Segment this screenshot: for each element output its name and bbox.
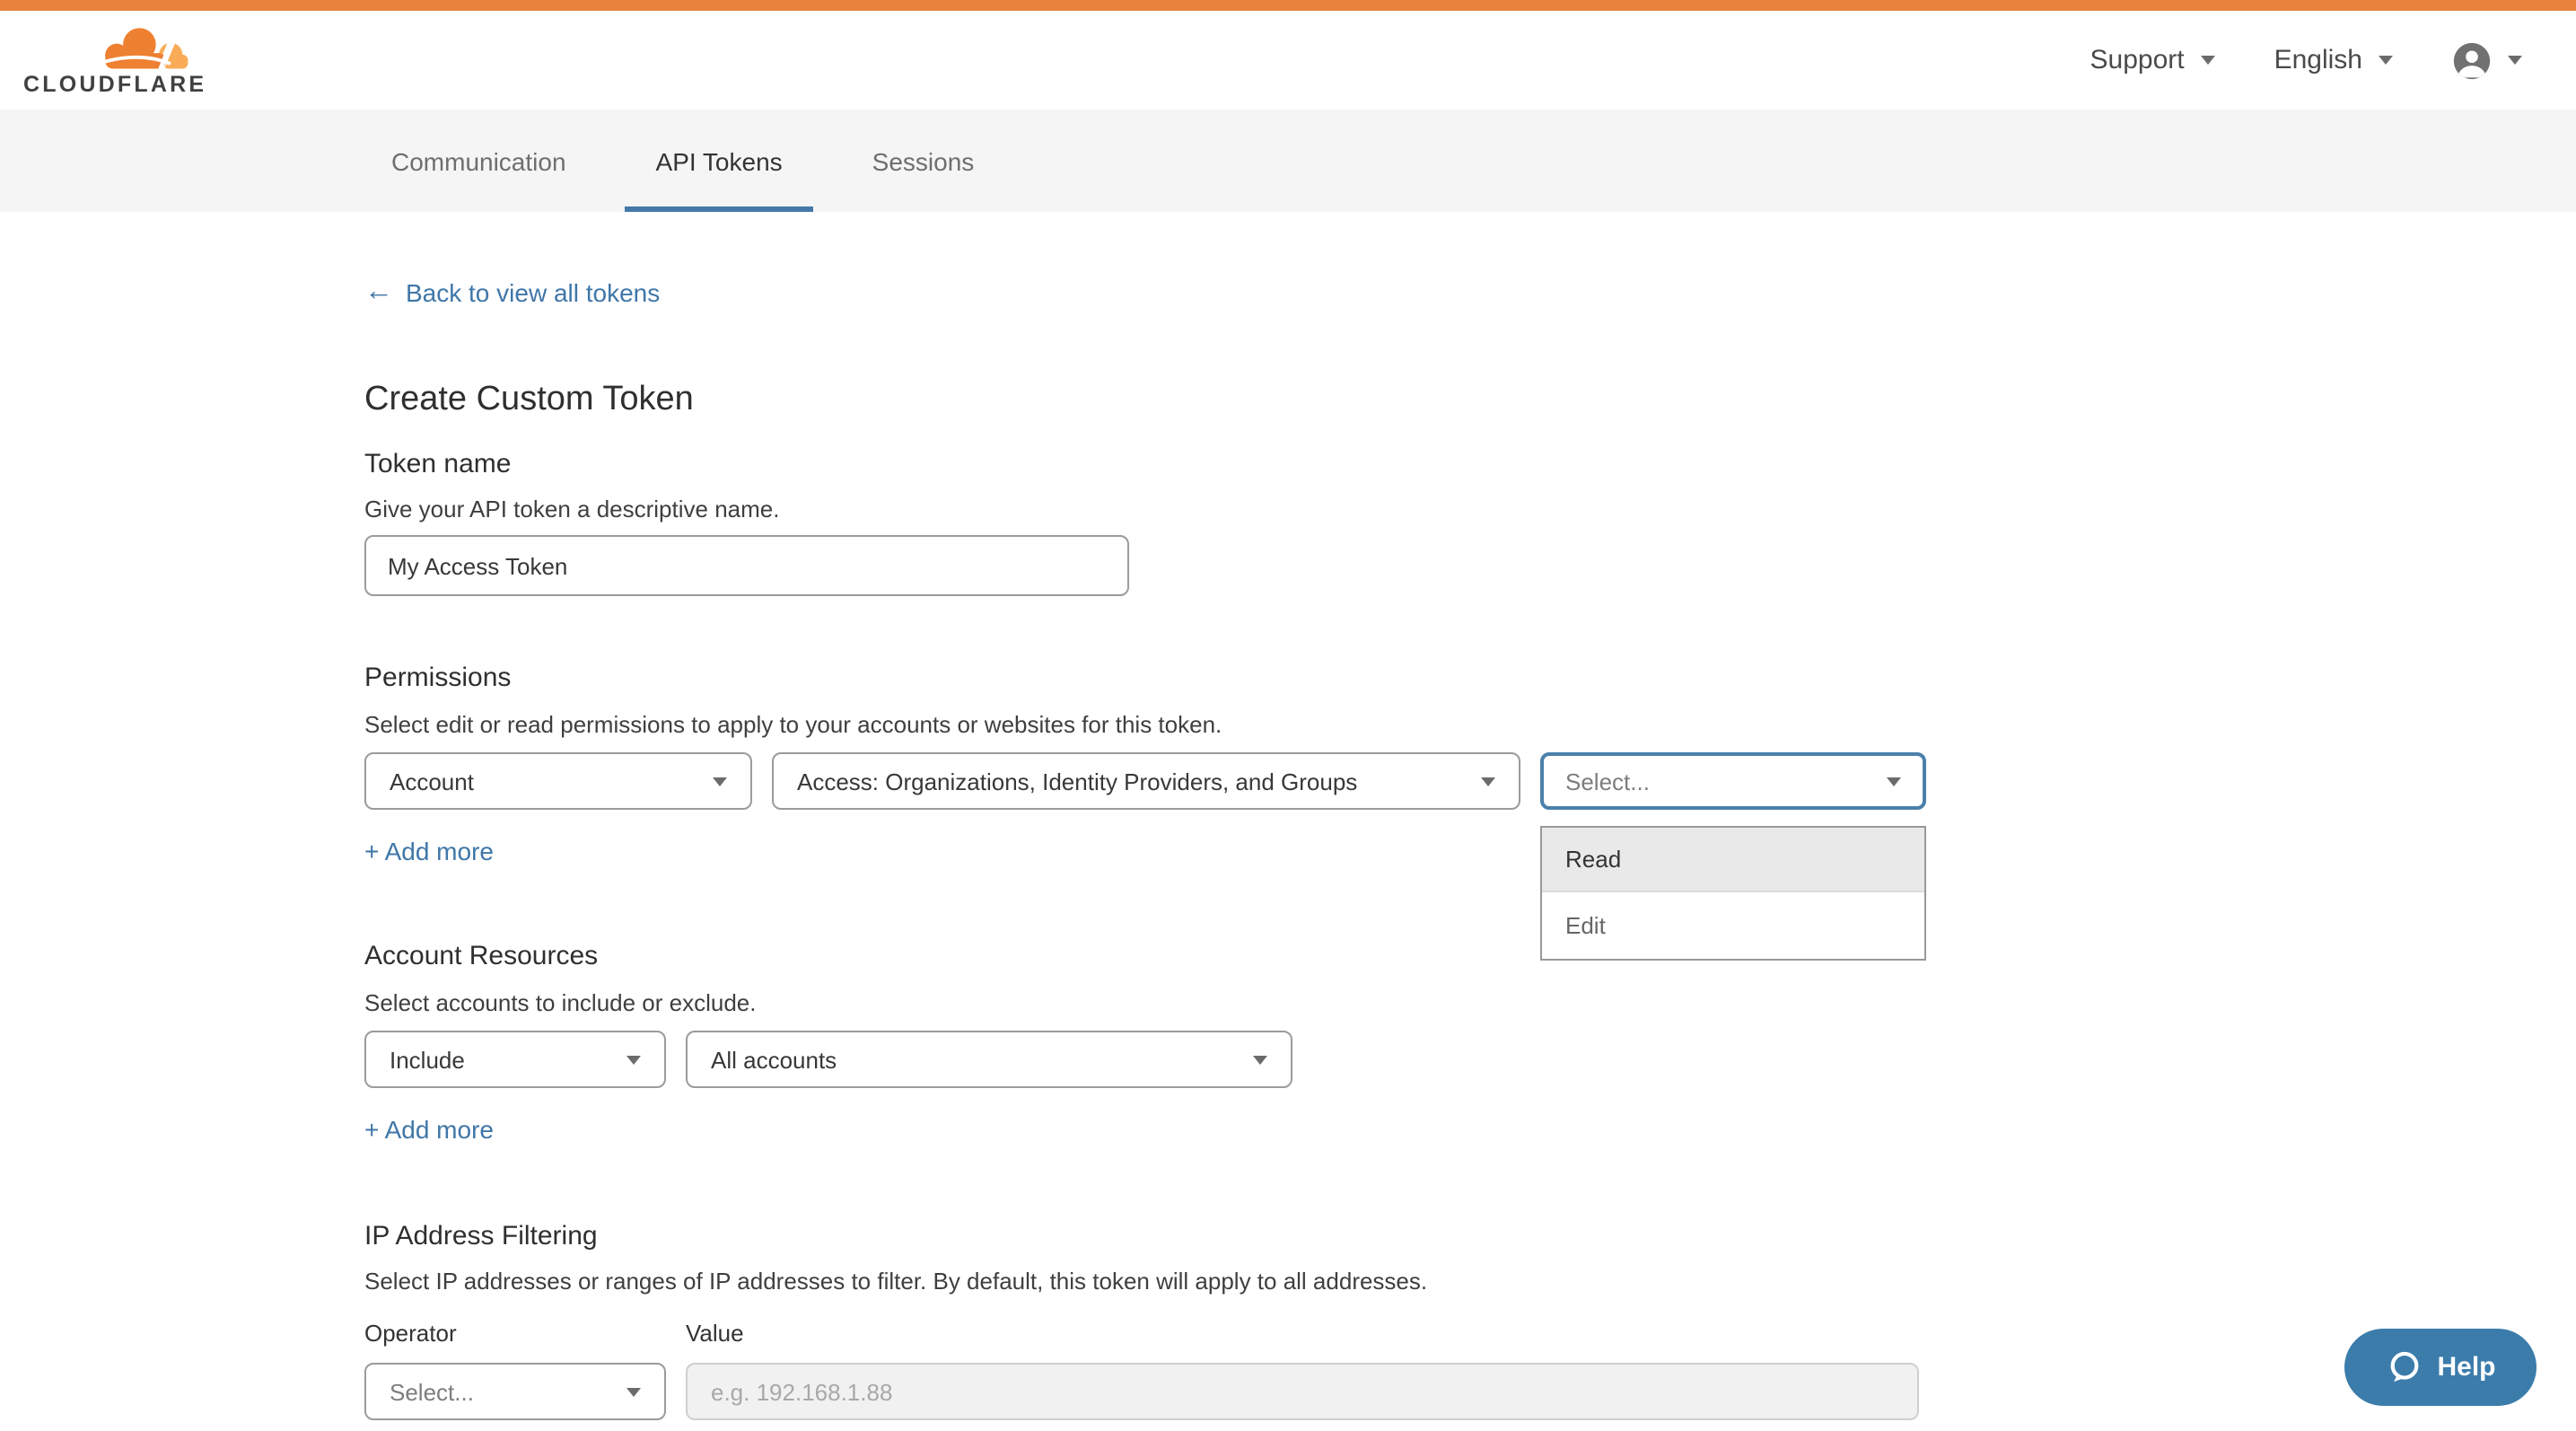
chevron-down-icon (1253, 1055, 1267, 1064)
permission-level-select[interactable]: Select... (1540, 752, 1926, 810)
header-menus: Support English (2090, 40, 2523, 80)
support-menu-label: Support (2090, 45, 2185, 75)
ip-operator-placeholder: Select... (390, 1378, 474, 1405)
user-avatar-icon (2452, 40, 2492, 80)
permission-level-placeholder: Select... (1565, 768, 1650, 795)
ip-filtering-heading: IP Address Filtering (364, 1221, 2576, 1251)
language-menu[interactable]: English (2274, 45, 2393, 75)
permission-level-wrap: Select... Read Edit (1540, 752, 1926, 810)
resource-scope-select[interactable]: All accounts (686, 1031, 1292, 1088)
operator-label: Operator (364, 1320, 686, 1347)
account-resources-row: Include All accounts (364, 1031, 2576, 1088)
chevron-down-icon (626, 1055, 641, 1064)
chevron-down-icon (626, 1387, 641, 1396)
help-button-label: Help (2437, 1352, 2495, 1383)
chevron-down-icon (713, 777, 727, 786)
account-resources-description: Select accounts to include or exclude. (364, 991, 2576, 1016)
ip-filtering-labels: Operator Value (364, 1320, 2576, 1347)
chevron-down-icon (2508, 56, 2522, 65)
main-content: ← Back to view all tokens Create Custom … (0, 212, 2576, 1420)
permissions-row: Account Access: Organizations, Identity … (364, 752, 2576, 810)
ip-operator-select[interactable]: Select... (364, 1363, 666, 1420)
support-menu[interactable]: Support (2090, 45, 2215, 75)
resource-mode-value: Include (390, 1046, 465, 1073)
account-resources-heading: Account Resources (364, 941, 2576, 971)
arrow-left-icon: ← (364, 278, 393, 307)
logo-wordmark: CLOUDFLARE (23, 75, 208, 97)
help-button[interactable]: Help (2344, 1329, 2537, 1406)
brand-accent-bar (0, 0, 2576, 11)
ip-filtering-description: Select IP addresses or ranges of IP addr… (364, 1269, 2576, 1295)
token-name-heading: Token name (364, 449, 2576, 479)
chat-bubble-icon (2385, 1348, 2423, 1386)
language-menu-label: English (2274, 45, 2362, 75)
permissions-description: Select edit or read permissions to apply… (364, 713, 2576, 738)
permission-resource-value: Access: Organizations, Identity Provider… (797, 768, 1357, 795)
tab-sessions[interactable]: Sessions (842, 110, 1005, 212)
tab-api-tokens[interactable]: API Tokens (626, 110, 813, 212)
permission-level-menu: Read Edit (1540, 826, 1926, 961)
resource-mode-select[interactable]: Include (364, 1031, 666, 1088)
page-title: Create Custom Token (364, 381, 2576, 420)
ip-filtering-row: Select... (364, 1363, 2576, 1420)
permissions-heading: Permissions (364, 663, 2576, 693)
token-name-input[interactable] (364, 535, 1129, 596)
value-label: Value (686, 1320, 744, 1347)
page-root: CLOUDFLARE Support English (0, 0, 2576, 1431)
cloudflare-logo[interactable]: CLOUDFLARE (23, 24, 208, 97)
permissions-add-more-link[interactable]: + Add more (364, 837, 494, 865)
ip-value-input[interactable] (686, 1363, 1919, 1420)
chevron-down-icon (2201, 56, 2215, 65)
global-header: CLOUDFLARE Support English (0, 11, 2576, 110)
tab-communication[interactable]: Communication (361, 110, 597, 212)
permission-scope-value: Account (390, 768, 474, 795)
profile-tab-bar: Communication API Tokens Sessions (0, 110, 2576, 212)
account-menu[interactable] (2452, 40, 2522, 80)
token-name-description: Give your API token a descriptive name. (364, 497, 2576, 522)
menu-option-edit[interactable]: Edit (1542, 892, 1924, 959)
menu-option-read[interactable]: Read (1542, 828, 1924, 892)
chevron-down-icon (1481, 777, 1495, 786)
permission-resource-select[interactable]: Access: Organizations, Identity Provider… (772, 752, 1520, 810)
chevron-down-icon (1887, 777, 1901, 786)
back-to-tokens-link[interactable]: ← Back to view all tokens (364, 278, 660, 307)
back-link-label: Back to view all tokens (406, 278, 660, 307)
permission-scope-select[interactable]: Account (364, 752, 752, 810)
resource-scope-value: All accounts (711, 1046, 837, 1073)
chevron-down-icon (2379, 56, 2393, 65)
account-resources-add-more-link[interactable]: + Add more (364, 1115, 494, 1144)
cloudflare-cloud-icon (86, 24, 197, 73)
